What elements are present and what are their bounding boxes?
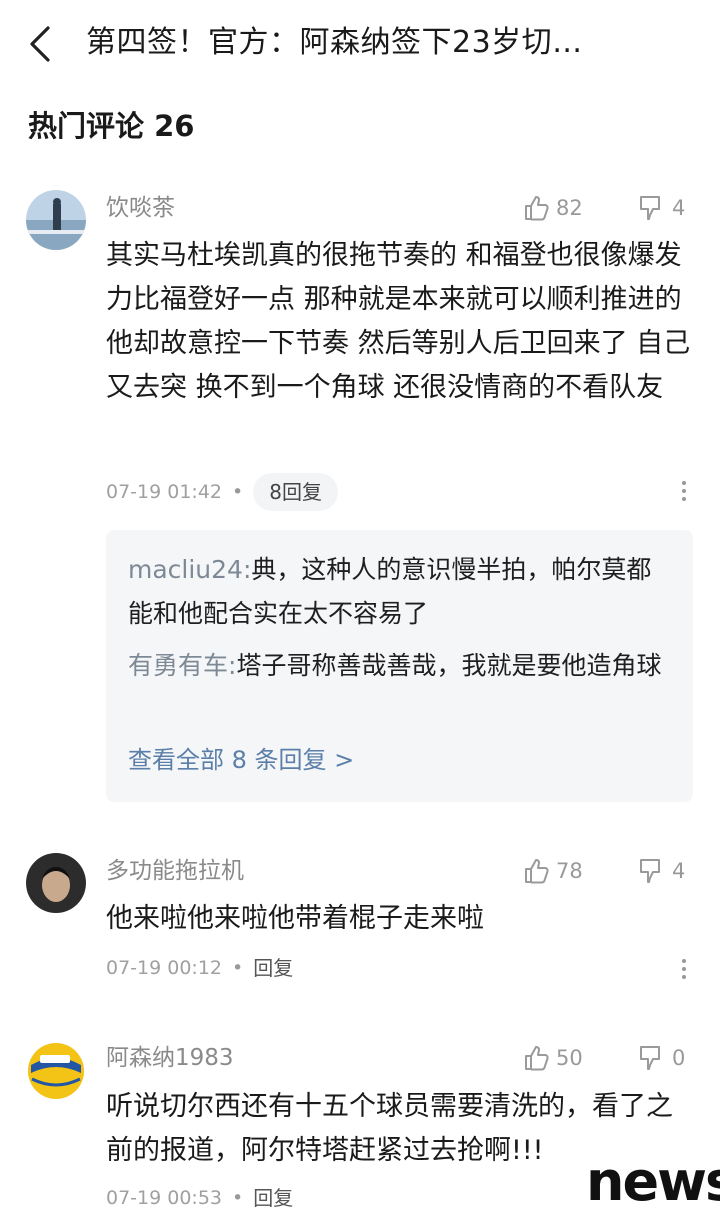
like-button[interactable]: 78: [522, 855, 583, 887]
reply-button[interactable]: 8回复: [253, 473, 338, 511]
comment-meta: 07-19 01:42 • 8回复: [106, 473, 338, 511]
comment-meta: 07-19 00:53 • 回复: [106, 1184, 293, 1212]
top-bar: 第四签！官方：阿森纳签下23岁切…: [0, 0, 720, 88]
separator-dot: •: [232, 481, 244, 503]
like-button[interactable]: 82: [522, 192, 583, 224]
thumbs-down-icon: [640, 859, 660, 883]
timestamp: 07-19 01:42: [106, 481, 223, 503]
thumbs-up-icon: [525, 1046, 549, 1071]
reply-button[interactable]: 回复: [253, 1184, 293, 1212]
reply-button[interactable]: 回复: [253, 954, 293, 982]
comment-meta: 07-19 00:12 • 回复: [106, 954, 293, 982]
back-button[interactable]: [22, 22, 62, 66]
reply-item[interactable]: macliu24:典，这种人的意识慢半拍，帕尔莫都能和他配合实在太不容易了: [128, 548, 676, 636]
dislike-button[interactable]: 4: [638, 855, 685, 887]
more-vertical-icon: [682, 481, 686, 501]
avatar[interactable]: [26, 190, 86, 250]
page-title: 第四签！官方：阿森纳签下23岁切…: [86, 25, 583, 60]
avatar[interactable]: [26, 853, 86, 913]
view-all-replies-link[interactable]: 查看全部 8 条回复 >: [128, 742, 354, 778]
like-count: 50: [556, 1046, 583, 1070]
username[interactable]: 多功能拖拉机: [106, 855, 244, 887]
separator-dot: •: [232, 957, 244, 979]
dislike-button[interactable]: 0: [638, 1042, 685, 1074]
reply-item[interactable]: 有勇有车:塔子哥称善哉善哉，我就是要他造角球: [128, 644, 676, 688]
replies-preview: macliu24:典，这种人的意识慢半拍，帕尔莫都能和他配合实在太不容易了 有勇…: [106, 530, 693, 802]
chevron-left-icon: [30, 26, 50, 62]
like-count: 78: [556, 859, 583, 883]
like-button[interactable]: 50: [522, 1042, 583, 1074]
hot-comments-heading: 热门评论 26: [28, 109, 195, 143]
username[interactable]: 饮啖茶: [106, 192, 175, 224]
reply-text: 塔子哥称善哉善哉，我就是要他造角球: [236, 651, 662, 680]
dislike-count: 0: [672, 1046, 686, 1070]
dislike-count: 4: [672, 859, 686, 883]
timestamp: 07-19 00:12: [106, 957, 223, 979]
more-options-button[interactable]: [672, 476, 696, 506]
news-watermark: news: [586, 1150, 720, 1213]
like-count: 82: [556, 196, 583, 220]
thumbs-down-icon: [640, 1046, 660, 1070]
username[interactable]: 阿森纳1983: [106, 1042, 234, 1074]
more-vertical-icon: [682, 959, 686, 979]
thumbs-down-icon: [640, 196, 660, 220]
comment-text: 其实马杜埃凯真的很拖节奏的 和福登也很像爆发力比福登好一点 那种就是本来就可以顺…: [106, 240, 691, 403]
thumbs-up-icon: [525, 859, 549, 884]
thumbs-up-icon: [525, 196, 549, 221]
more-options-button[interactable]: [672, 954, 696, 984]
dislike-button[interactable]: 4: [638, 192, 685, 224]
timestamp: 07-19 00:53: [106, 1187, 223, 1209]
dislike-count: 4: [672, 196, 686, 220]
reply-author[interactable]: macliu24:: [128, 555, 251, 584]
reply-author[interactable]: 有勇有车:: [128, 651, 236, 680]
comment-text: 他来啦他来啦他带着棍子走来啦: [106, 903, 484, 934]
separator-dot: •: [232, 1187, 244, 1209]
avatar[interactable]: [26, 1041, 86, 1101]
